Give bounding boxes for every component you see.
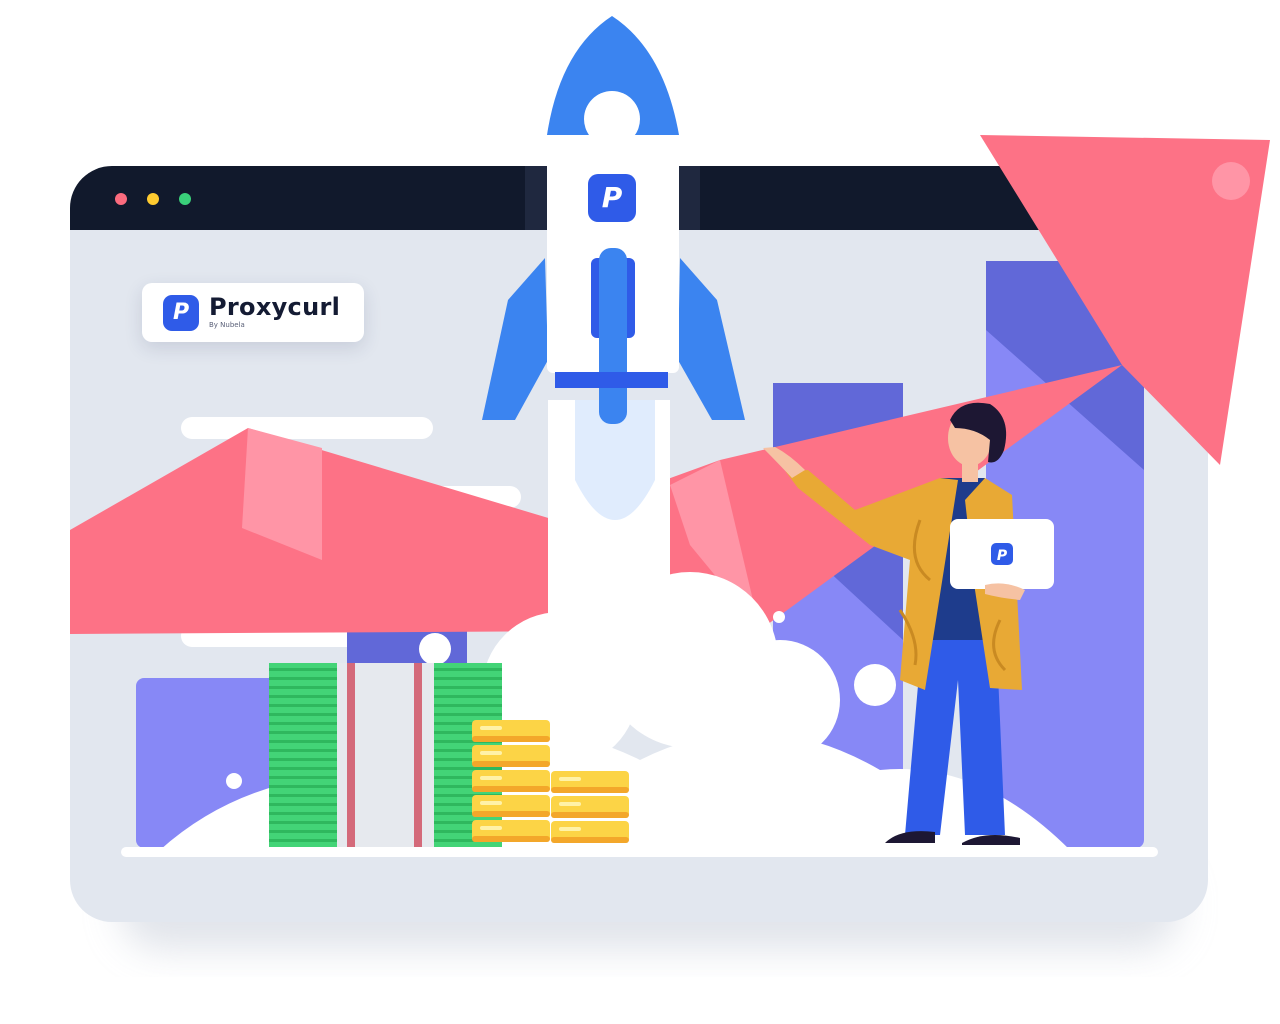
brand-name: Proxycurl (209, 293, 341, 321)
smoke-bubble (226, 773, 242, 789)
coin-edge (472, 811, 550, 817)
coin-shine (480, 726, 502, 730)
money-stack (269, 663, 502, 847)
brand-tagline: By Nubela (209, 321, 245, 329)
rocket-center-fin (599, 248, 627, 424)
coin-shine (480, 776, 502, 780)
rocket-badge-glyph: P (602, 181, 623, 214)
hero-illustration: P P (70, 16, 1270, 950)
coin-edge (472, 736, 550, 742)
coin-edge (472, 786, 550, 792)
placeholder-line (181, 417, 433, 439)
smoke-bubble (773, 611, 785, 623)
coin-edge (551, 812, 629, 818)
coin-edge (551, 837, 629, 843)
brand-logo-glyph: P (172, 300, 190, 325)
coin-shine (559, 802, 581, 806)
maximize-dot[interactable] (179, 193, 191, 205)
arrow-tip-dot (1212, 162, 1250, 200)
coin-shine (480, 801, 502, 805)
close-dot[interactable] (115, 193, 127, 205)
coin-edge (551, 787, 629, 793)
rocket-window (584, 91, 640, 147)
money-band-stripe (414, 663, 422, 847)
coin-shine (480, 826, 502, 830)
smoke-bubble (854, 664, 896, 706)
brand-card: P Proxycurl By Nubela (142, 283, 364, 342)
smoke-bubble (419, 633, 451, 665)
coin-shine (559, 827, 581, 831)
minimize-dot[interactable] (147, 193, 159, 205)
coin-shine (480, 751, 502, 755)
coin-shine (559, 777, 581, 781)
ground-line (121, 847, 1158, 857)
proxycurl-p-logo-icon: P (163, 295, 199, 331)
coin-edge (472, 761, 550, 767)
coin-edge (472, 836, 550, 842)
sign-badge-glyph: P (997, 548, 1008, 564)
money-band-stripe (347, 663, 355, 847)
rocket-engine (555, 372, 668, 388)
